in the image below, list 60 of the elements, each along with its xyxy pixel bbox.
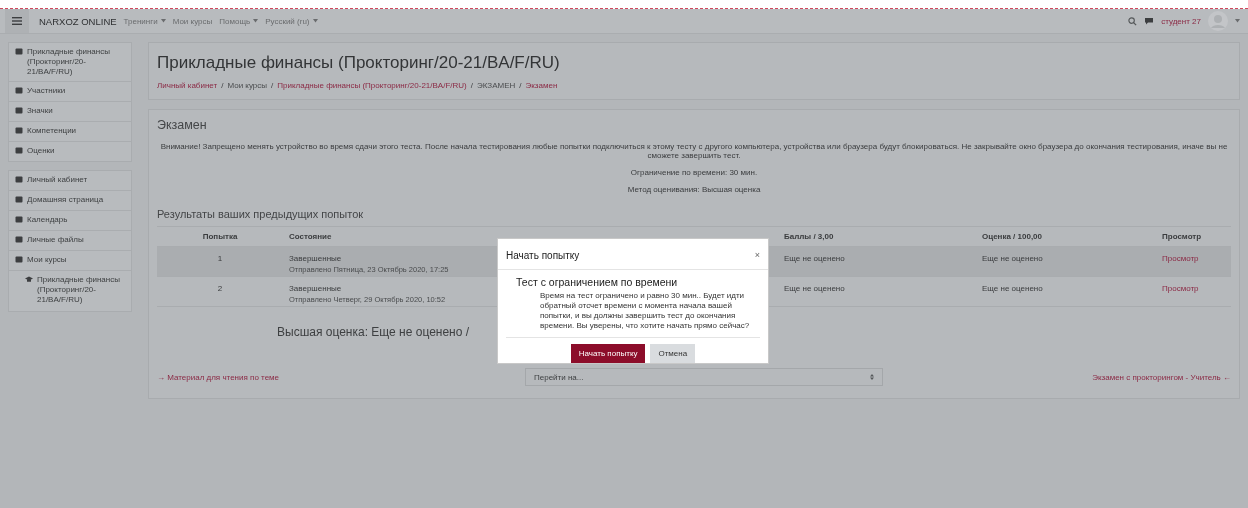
quiz-title: Экзамен xyxy=(157,118,208,132)
sidebar-item[interactable]: Оценки xyxy=(9,142,131,161)
column-header: Состояние xyxy=(288,232,333,241)
caret-icon[interactable] xyxy=(1235,19,1240,23)
nav-menu-item[interactable]: Мои курсы xyxy=(172,16,213,26)
sidebar-item[interactable]: Календарь xyxy=(9,211,131,231)
start-attempt-button[interactable]: Начать попытку xyxy=(570,344,646,363)
column-header: Просмотр xyxy=(1161,232,1203,241)
breadcrumb-separator: / xyxy=(271,81,274,90)
sidebar-item[interactable]: Личный кабинет xyxy=(9,171,131,191)
breadcrumb-link[interactable]: Прикладные финансы (Прокторинг/20-21/BA/F/RU) xyxy=(277,81,467,90)
table-cell-text: Еще не оценено xyxy=(981,253,1044,263)
attempt-state: Завершенные xyxy=(289,284,342,293)
sidebar-item[interactable]: Мои курсы xyxy=(9,251,131,271)
cancel-button[interactable]: Отмена xyxy=(650,344,696,363)
review-link[interactable]: Просмотр xyxy=(1156,277,1231,293)
sidebar-item[interactable]: Компетенции xyxy=(9,122,131,142)
column-header: Баллы / 3,00 xyxy=(783,232,835,241)
nav-menu-item[interactable]: Русский (ru) xyxy=(265,16,318,26)
results-heading: Результаты ваших предыдущих попыток xyxy=(157,208,1231,227)
dialog-title: Начать попытку xyxy=(506,250,580,261)
jump-to-select[interactable]: Перейти на... xyxy=(525,368,883,386)
review-link[interactable]: Просмотр xyxy=(1156,247,1231,263)
breadcrumb-link[interactable]: ЭКЗАМЕН xyxy=(477,81,516,90)
search-icon[interactable] xyxy=(1128,16,1138,26)
menu-icon[interactable] xyxy=(5,9,29,33)
table-cell-text: 2 xyxy=(216,283,224,293)
user-name[interactable]: студент 27 xyxy=(1161,16,1201,26)
quiz-info-text: Внимание! Запрещено менять устройство во время сдачи этого теста. После начала тестирования любые попытки подключиться к этому тесту с другого компьютера, устройства или браузера будут блокироваться. Не закрывайте окно браузера до окончания тестирования, иначе вы не сможете завершить тест. xyxy=(159,142,1229,160)
breadcrumb-link[interactable]: Мои курсы xyxy=(227,81,267,90)
quiz-info-text: Ограничение по времени: 30 мин. xyxy=(629,168,759,177)
chat-icon[interactable] xyxy=(1144,17,1155,25)
sidebar-item[interactable]: Личные файлы xyxy=(9,231,131,251)
column-header: Оценка / 100,00 xyxy=(981,232,1043,241)
column-header: Попытка xyxy=(201,232,239,241)
close-button[interactable]: × xyxy=(754,251,760,260)
sidebar-item[interactable]: Прикладные финансы (Прокторинг/20-21/BA/F/RU) xyxy=(9,43,131,82)
previous-activity-link[interactable]: → Материал для чтения по теме xyxy=(157,372,525,382)
dialog-heading: Тест с ограничением по времени xyxy=(516,276,679,288)
sidebar-item[interactable]: Участники xyxy=(9,82,131,102)
table-cell-text: Еще не оценено xyxy=(783,253,846,263)
breadcrumb-separator: / xyxy=(519,81,522,90)
table-cell-text: Еще не оценено xyxy=(981,283,1044,293)
breadcrumb-link[interactable]: Экзамен xyxy=(525,81,558,90)
table-cell-text: Еще не оценено xyxy=(783,283,846,293)
sidebar-item[interactable]: Прикладные финансы (Прокторинг/20-21/BA/F/RU) xyxy=(9,271,131,311)
next-activity-link[interactable]: Экзамен с прокторингом - Учитель ← xyxy=(1092,372,1231,382)
quiz-info-text: Метод оценивания: Высшая оценка xyxy=(626,185,762,194)
attempt-state: Завершенные xyxy=(289,254,342,263)
breadcrumb-link[interactable]: Личный кабинет xyxy=(157,81,218,90)
course-title: Прикладные финансы (Прокторинг/20-21/BA/F/RU) xyxy=(157,53,561,73)
site-brand[interactable]: NARXOZ ONLINE xyxy=(39,15,117,27)
highest-grade-text: Высшая оценка: Еще не оценено / xyxy=(277,325,470,339)
updown-arrows-icon xyxy=(870,374,874,380)
breadcrumb-separator: / xyxy=(221,81,224,90)
sidebar-item[interactable]: Домашняя страница xyxy=(9,191,131,211)
table-cell-text: 1 xyxy=(216,253,224,263)
breadcrumb-separator: / xyxy=(470,81,473,90)
sidebar-item[interactable]: Значки xyxy=(9,102,131,122)
dialog-message: Время на тест ограничено и равно 30 мин.. Будет идти обратный отсчет времени с момента начала вашей попытки, и вы должны завершить тест до окончания времени. Вы уверены, что хотите начать прямо сейчас? xyxy=(540,291,751,331)
